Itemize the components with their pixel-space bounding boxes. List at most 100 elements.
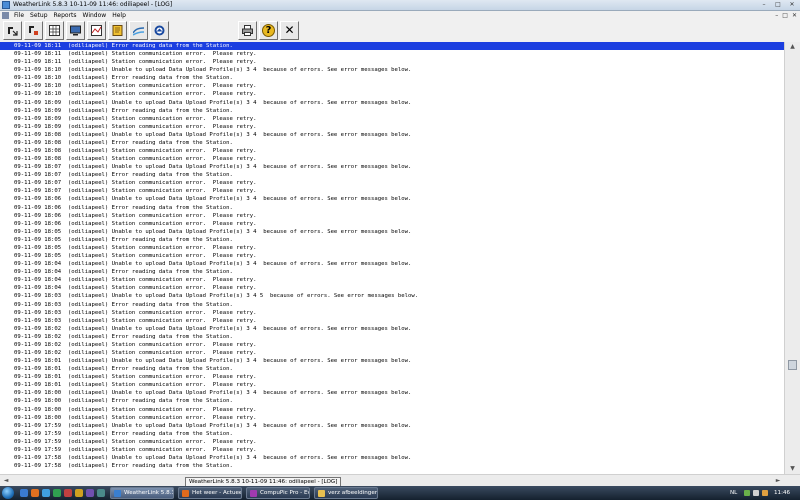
log-row[interactable]: 09-11-09 18:02 (odiliapeel) Station comm…: [0, 349, 784, 357]
log-row[interactable]: 09-11-09 17:58 (odiliapeel) Error readin…: [0, 462, 784, 470]
taskbar-button[interactable]: CompuPic Pro - Eva...: [246, 487, 310, 499]
log-row[interactable]: 09-11-09 18:03 (odiliapeel) Error readin…: [0, 301, 784, 309]
log-row[interactable]: 09-11-09 18:01 (odiliapeel) Error readin…: [0, 365, 784, 373]
taskbar-button[interactable]: WeatherLink 5.8.3 1...: [110, 487, 174, 499]
help-button[interactable]: ?: [259, 21, 278, 40]
log-row[interactable]: 09-11-09 18:06 (odiliapeel) Station comm…: [0, 212, 784, 220]
scroll-left-arrow-icon[interactable]: ◄: [0, 475, 12, 486]
scroll-down-arrow-icon[interactable]: ▼: [785, 464, 800, 474]
settings-quicklaunch-icon[interactable]: [97, 489, 105, 497]
log-row[interactable]: 09-11-09 18:04 (odiliapeel) Station comm…: [0, 284, 784, 292]
log-row[interactable]: 09-11-09 18:02 (odiliapeel) Unable to up…: [0, 325, 784, 333]
log-row[interactable]: 09-11-09 18:09 (odiliapeel) Error readin…: [0, 107, 784, 115]
log-row[interactable]: 09-11-09 18:03 (odiliapeel) Unable to up…: [0, 292, 784, 300]
log-row[interactable]: 09-11-09 17:59 (odiliapeel) Station comm…: [0, 446, 784, 454]
log-row[interactable]: 09-11-09 18:10 (odiliapeel) Station comm…: [0, 82, 784, 90]
log-row[interactable]: 09-11-09 18:01 (odiliapeel) Station comm…: [0, 381, 784, 389]
noaa-button[interactable]: [150, 21, 169, 40]
log-row[interactable]: 09-11-09 18:03 (odiliapeel) Station comm…: [0, 317, 784, 325]
horizontal-scrollbar[interactable]: ◄ ►: [0, 474, 800, 486]
mdi-minimize-button[interactable]: –: [775, 11, 778, 20]
scroll-right-arrow-icon[interactable]: ►: [772, 475, 784, 486]
station-button[interactable]: [24, 21, 43, 40]
mdi-restore-button[interactable]: □: [782, 11, 788, 20]
mdi-close-button[interactable]: ✕: [792, 11, 797, 20]
maximize-button[interactable]: □: [772, 1, 784, 9]
strip-chart-button[interactable]: [87, 21, 106, 40]
log-row[interactable]: 09-11-09 18:00 (odiliapeel) Station comm…: [0, 414, 784, 422]
notify-tray-icon[interactable]: [762, 490, 768, 496]
media-quicklaunch-icon[interactable]: [53, 489, 61, 497]
tool-quicklaunch-icon[interactable]: [86, 489, 94, 497]
log-row[interactable]: 09-11-09 18:07 (odiliapeel) Unable to up…: [0, 163, 784, 171]
show-desktop-icon[interactable]: [20, 489, 28, 497]
log-row[interactable]: 09-11-09 17:59 (odiliapeel) Station comm…: [0, 438, 784, 446]
log-row[interactable]: 09-11-09 18:06 (odiliapeel) Error readin…: [0, 204, 784, 212]
taskbar-button[interactable]: verz afbeeldingen: [314, 487, 378, 499]
scroll-up-arrow-icon[interactable]: ▲: [785, 42, 800, 52]
log-row[interactable]: 09-11-09 17:59 (odiliapeel) Error readin…: [0, 430, 784, 438]
log-row[interactable]: 09-11-09 18:04 (odiliapeel) Error readin…: [0, 268, 784, 276]
log-row[interactable]: 09-11-09 17:58 (odiliapeel) Unable to up…: [0, 454, 784, 462]
menu-setup[interactable]: Setup: [30, 11, 47, 20]
log-row[interactable]: 09-11-09 17:59 (odiliapeel) Unable to up…: [0, 422, 784, 430]
start-button[interactable]: [2, 487, 14, 499]
log-row[interactable]: 09-11-09 18:03 (odiliapeel) Station comm…: [0, 309, 784, 317]
volume-tray-icon[interactable]: [753, 490, 759, 496]
network-tray-icon[interactable]: [744, 490, 750, 496]
log-row[interactable]: 09-11-09 18:08 (odiliapeel) Station comm…: [0, 155, 784, 163]
log-list[interactable]: 09-11-09 18:11 (odiliapeel) Error readin…: [0, 42, 784, 474]
log-row[interactable]: 09-11-09 18:00 (odiliapeel) Unable to up…: [0, 389, 784, 397]
connect-button[interactable]: [3, 21, 22, 40]
log-row[interactable]: 09-11-09 18:05 (odiliapeel) Unable to up…: [0, 228, 784, 236]
close-window-button[interactable]: ✕: [786, 1, 798, 9]
log-row[interactable]: 09-11-09 18:11 (odiliapeel) Station comm…: [0, 58, 784, 66]
log-row[interactable]: 09-11-09 18:11 (odiliapeel) Station comm…: [0, 50, 784, 58]
log-row[interactable]: 09-11-09 18:05 (odiliapeel) Error readin…: [0, 236, 784, 244]
menu-file[interactable]: File: [14, 11, 24, 20]
log-row[interactable]: 09-11-09 18:07 (odiliapeel) Station comm…: [0, 187, 784, 195]
log-row[interactable]: 09-11-09 18:10 (odiliapeel) Unable to up…: [0, 66, 784, 74]
log-row[interactable]: 09-11-09 18:09 (odiliapeel) Unable to up…: [0, 99, 784, 107]
log-row[interactable]: 09-11-09 18:02 (odiliapeel) Error readin…: [0, 333, 784, 341]
log-row[interactable]: 09-11-09 18:05 (odiliapeel) Station comm…: [0, 252, 784, 260]
log-row[interactable]: 09-11-09 18:11 (odiliapeel) Error readin…: [0, 42, 784, 51]
folder-quicklaunch-icon[interactable]: [75, 489, 83, 497]
log-row[interactable]: 09-11-09 18:09 (odiliapeel) Station comm…: [0, 115, 784, 123]
log-row[interactable]: 09-11-09 18:04 (odiliapeel) Station comm…: [0, 276, 784, 284]
taskbar-button[interactable]: Het weer - Actueel ...: [178, 487, 242, 499]
log-row[interactable]: 09-11-09 18:08 (odiliapeel) Unable to up…: [0, 131, 784, 139]
log-row[interactable]: 09-11-09 18:06 (odiliapeel) Station comm…: [0, 220, 784, 228]
log-row[interactable]: 09-11-09 18:07 (odiliapeel) Station comm…: [0, 179, 784, 187]
log-row[interactable]: 09-11-09 18:08 (odiliapeel) Error readin…: [0, 139, 784, 147]
clock[interactable]: 11:46: [774, 486, 790, 500]
firefox-quicklaunch-icon[interactable]: [31, 489, 39, 497]
print-button[interactable]: [238, 21, 257, 40]
ie-quicklaunch-icon[interactable]: [42, 489, 50, 497]
grid-button[interactable]: [45, 21, 64, 40]
log-row[interactable]: 09-11-09 18:06 (odiliapeel) Unable to up…: [0, 195, 784, 203]
vertical-scroll-thumb[interactable]: [788, 360, 797, 370]
monitor-button[interactable]: [66, 21, 85, 40]
log-row[interactable]: 09-11-09 18:01 (odiliapeel) Unable to up…: [0, 357, 784, 365]
close-log-button[interactable]: ✕: [280, 21, 299, 40]
log-row[interactable]: 09-11-09 18:01 (odiliapeel) Station comm…: [0, 373, 784, 381]
app-quicklaunch-icon[interactable]: [64, 489, 72, 497]
log-row[interactable]: 09-11-09 18:10 (odiliapeel) Station comm…: [0, 90, 784, 98]
log-row[interactable]: 09-11-09 18:02 (odiliapeel) Station comm…: [0, 341, 784, 349]
menu-window[interactable]: Window: [83, 11, 107, 20]
log-row[interactable]: 09-11-09 18:10 (odiliapeel) Error readin…: [0, 74, 784, 82]
log-row[interactable]: 09-11-09 18:08 (odiliapeel) Station comm…: [0, 147, 784, 155]
log-row[interactable]: 09-11-09 18:00 (odiliapeel) Error readin…: [0, 397, 784, 405]
log-row[interactable]: 09-11-09 18:09 (odiliapeel) Station comm…: [0, 123, 784, 131]
log-row[interactable]: 09-11-09 18:04 (odiliapeel) Unable to up…: [0, 260, 784, 268]
document-icon[interactable]: [2, 12, 9, 19]
vertical-scrollbar[interactable]: ▲ ▼: [784, 42, 800, 474]
minimize-button[interactable]: –: [758, 1, 770, 9]
language-indicator[interactable]: NL: [730, 486, 737, 500]
menu-reports[interactable]: Reports: [54, 11, 77, 20]
log-row[interactable]: 09-11-09 18:05 (odiliapeel) Station comm…: [0, 244, 784, 252]
log-row[interactable]: 09-11-09 18:07 (odiliapeel) Error readin…: [0, 171, 784, 179]
menu-help[interactable]: Help: [112, 11, 126, 20]
notebook-button[interactable]: [108, 21, 127, 40]
